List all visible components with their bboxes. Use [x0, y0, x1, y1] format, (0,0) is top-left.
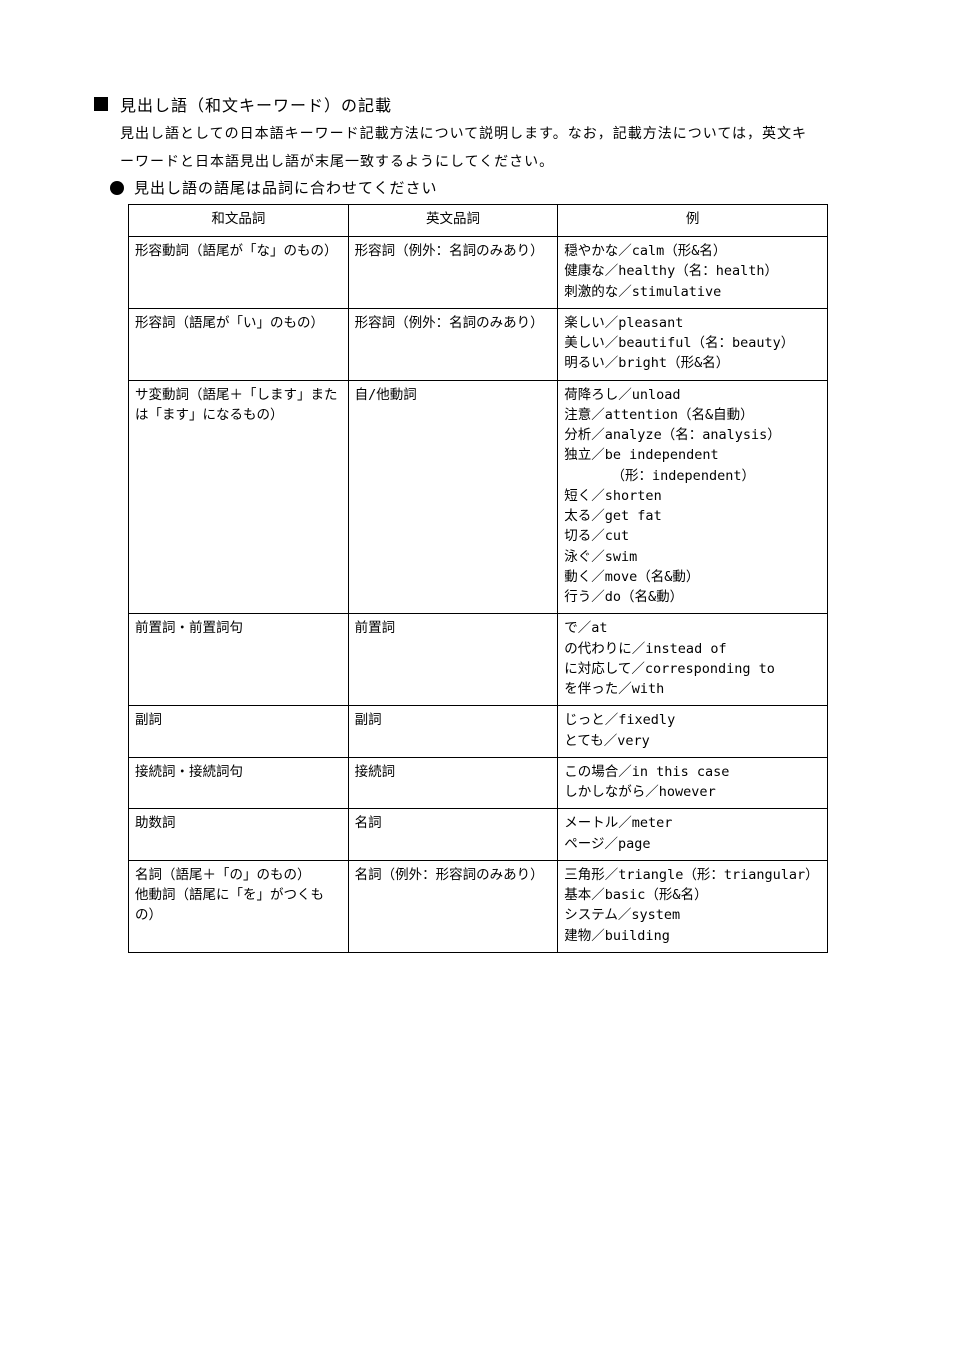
cell-jp: 名詞（語尾＋「の」のもの）他動詞（語尾に「を」がつくもの） [129, 860, 349, 952]
table-header-row: 和文品詞 英文品詞 例 [129, 205, 828, 237]
cell-ex: じっと／fixedlyとても／very [558, 706, 828, 758]
cell-en: 形容詞（例外：名詞のみあり） [348, 237, 558, 309]
col-header-jp: 和文品詞 [129, 205, 349, 237]
cell-en: 副詞 [348, 706, 558, 758]
table-row: 助数詞 名詞 メートル／meterページ／page [129, 809, 828, 861]
cell-ex: 穏やかな／calm（形&名）健康な／healthy（名：health）刺激的な／… [558, 237, 828, 309]
cell-jp: 形容詞（語尾が「い」のもの） [129, 308, 349, 380]
table-row: 名詞（語尾＋「の」のもの）他動詞（語尾に「を」がつくもの） 名詞（例外：形容詞の… [129, 860, 828, 952]
col-header-ex: 例 [558, 205, 828, 237]
cell-en: 名詞 [348, 809, 558, 861]
table-row: 前置詞・前置詞句 前置詞 で／atの代わりに／instead ofに対応して／c… [129, 614, 828, 706]
table-row: 形容詞（語尾が「い」のもの） 形容詞（例外：名詞のみあり） 楽しい／pleasa… [129, 308, 828, 380]
cell-jp: サ変動詞（語尾＋「します」または「ます」になるもの） [129, 380, 349, 614]
cell-jp: 副詞 [129, 706, 349, 758]
cell-en: 接続詞 [348, 757, 558, 809]
cell-ex: メートル／meterページ／page [558, 809, 828, 861]
col-header-en: 英文品詞 [348, 205, 558, 237]
table-row: 形容動詞（語尾が「な」のもの） 形容詞（例外：名詞のみあり） 穏やかな／calm… [129, 237, 828, 309]
square-bullet [94, 97, 108, 111]
section-body: 見出し語としての日本語キーワード記載方法について説明します。なお，記載方法につい… [120, 120, 820, 176]
cell-en: 前置詞 [348, 614, 558, 706]
section-title: 見出し語（和文キーワード）の記載 [120, 92, 392, 116]
cell-jp: 助数詞 [129, 809, 349, 861]
cell-ex: で／atの代わりに／instead ofに対応して／corresponding … [558, 614, 828, 706]
table-row: サ変動詞（語尾＋「します」または「ます」になるもの） 自/他動詞 荷降ろし／un… [129, 380, 828, 614]
table-row: 接続詞・接続詞句 接続詞 この場合／in this caseしかしながら／how… [129, 757, 828, 809]
round-bullet [110, 181, 124, 195]
cell-ex: この場合／in this caseしかしながら／however [558, 757, 828, 809]
subsection-title: 見出し語の語尾は品詞に合わせてください [134, 177, 438, 198]
cell-en: 名詞（例外：形容詞のみあり） [348, 860, 558, 952]
cell-ex: 荷降ろし／unload注意／attention（名&自動）分析／analyze（… [558, 380, 828, 614]
cell-ex: 楽しい／pleasant美しい／beautiful（名：beauty）明るい／b… [558, 308, 828, 380]
cell-jp: 形容動詞（語尾が「な」のもの） [129, 237, 349, 309]
cell-ex: 三角形／triangle（形：triangular）基本／basic（形&名）シ… [558, 860, 828, 952]
cell-en: 形容詞（例外：名詞のみあり） [348, 308, 558, 380]
cell-jp: 前置詞・前置詞句 [129, 614, 349, 706]
cell-en: 自/他動詞 [348, 380, 558, 614]
cell-jp: 接続詞・接続詞句 [129, 757, 349, 809]
table-row: 副詞 副詞 じっと／fixedlyとても／very [129, 706, 828, 758]
parts-of-speech-table: 和文品詞 英文品詞 例 形容動詞（語尾が「な」のもの） 形容詞（例外：名詞のみあ… [128, 204, 828, 953]
